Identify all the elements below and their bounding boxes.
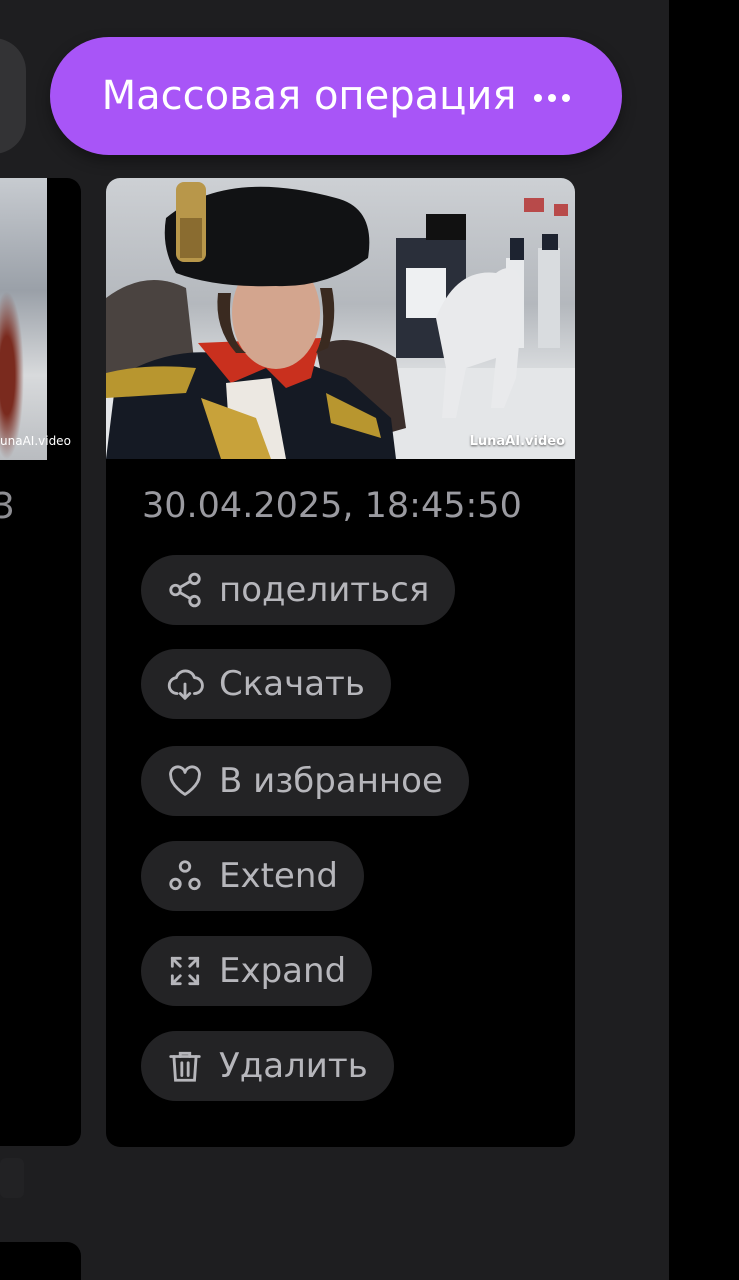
extend-button[interactable]: Extend bbox=[141, 841, 364, 911]
divider bbox=[0, 1158, 24, 1198]
ellipsis-icon bbox=[534, 94, 571, 102]
expand-button[interactable]: Expand bbox=[141, 936, 373, 1006]
share-button[interactable]: поделиться bbox=[141, 555, 456, 625]
extend-label: Extend bbox=[219, 856, 338, 896]
mass-operation-button[interactable]: Массовая операция bbox=[50, 37, 622, 155]
share-label: поделиться bbox=[219, 570, 430, 610]
thumbnail-image bbox=[106, 182, 575, 459]
download-label: Скачать bbox=[219, 664, 365, 704]
back-button[interactable] bbox=[0, 38, 26, 154]
favorite-label: В избранное bbox=[219, 761, 443, 801]
mass-operation-label: Массовая операция bbox=[101, 73, 517, 119]
creation-date: 30.04.2025, 18:45:50 bbox=[142, 486, 522, 526]
delete-label: Удалить bbox=[219, 1046, 368, 1086]
video-card-previous[interactable]: unaAI.video 3 bbox=[0, 178, 81, 1146]
video-card: LunaAI.video 30.04.2025, 18:45:50 подели… bbox=[106, 178, 575, 1147]
trash-icon bbox=[165, 1046, 205, 1086]
delete-button[interactable]: Удалить bbox=[141, 1031, 394, 1101]
video-thumbnail[interactable] bbox=[0, 178, 47, 460]
cloud-download-icon bbox=[165, 664, 205, 704]
video-thumbnail[interactable]: LunaAI.video bbox=[106, 178, 575, 459]
main-panel: Массовая операция unaAI.video 3 LunaAI.v… bbox=[0, 0, 669, 1280]
right-edge bbox=[669, 0, 739, 1280]
download-button[interactable]: Скачать bbox=[141, 649, 391, 719]
watermark: LunaAI.video bbox=[469, 434, 565, 449]
date-fragment: 3 bbox=[0, 486, 15, 527]
video-card-next[interactable] bbox=[0, 1242, 81, 1280]
heart-icon bbox=[165, 761, 205, 801]
favorite-button[interactable]: В избранное bbox=[141, 746, 469, 816]
extend-icon bbox=[165, 856, 205, 896]
watermark: unaAI.video bbox=[0, 434, 71, 448]
share-icon bbox=[165, 570, 205, 610]
expand-label: Expand bbox=[219, 951, 347, 991]
expand-arrows-icon bbox=[165, 951, 205, 991]
